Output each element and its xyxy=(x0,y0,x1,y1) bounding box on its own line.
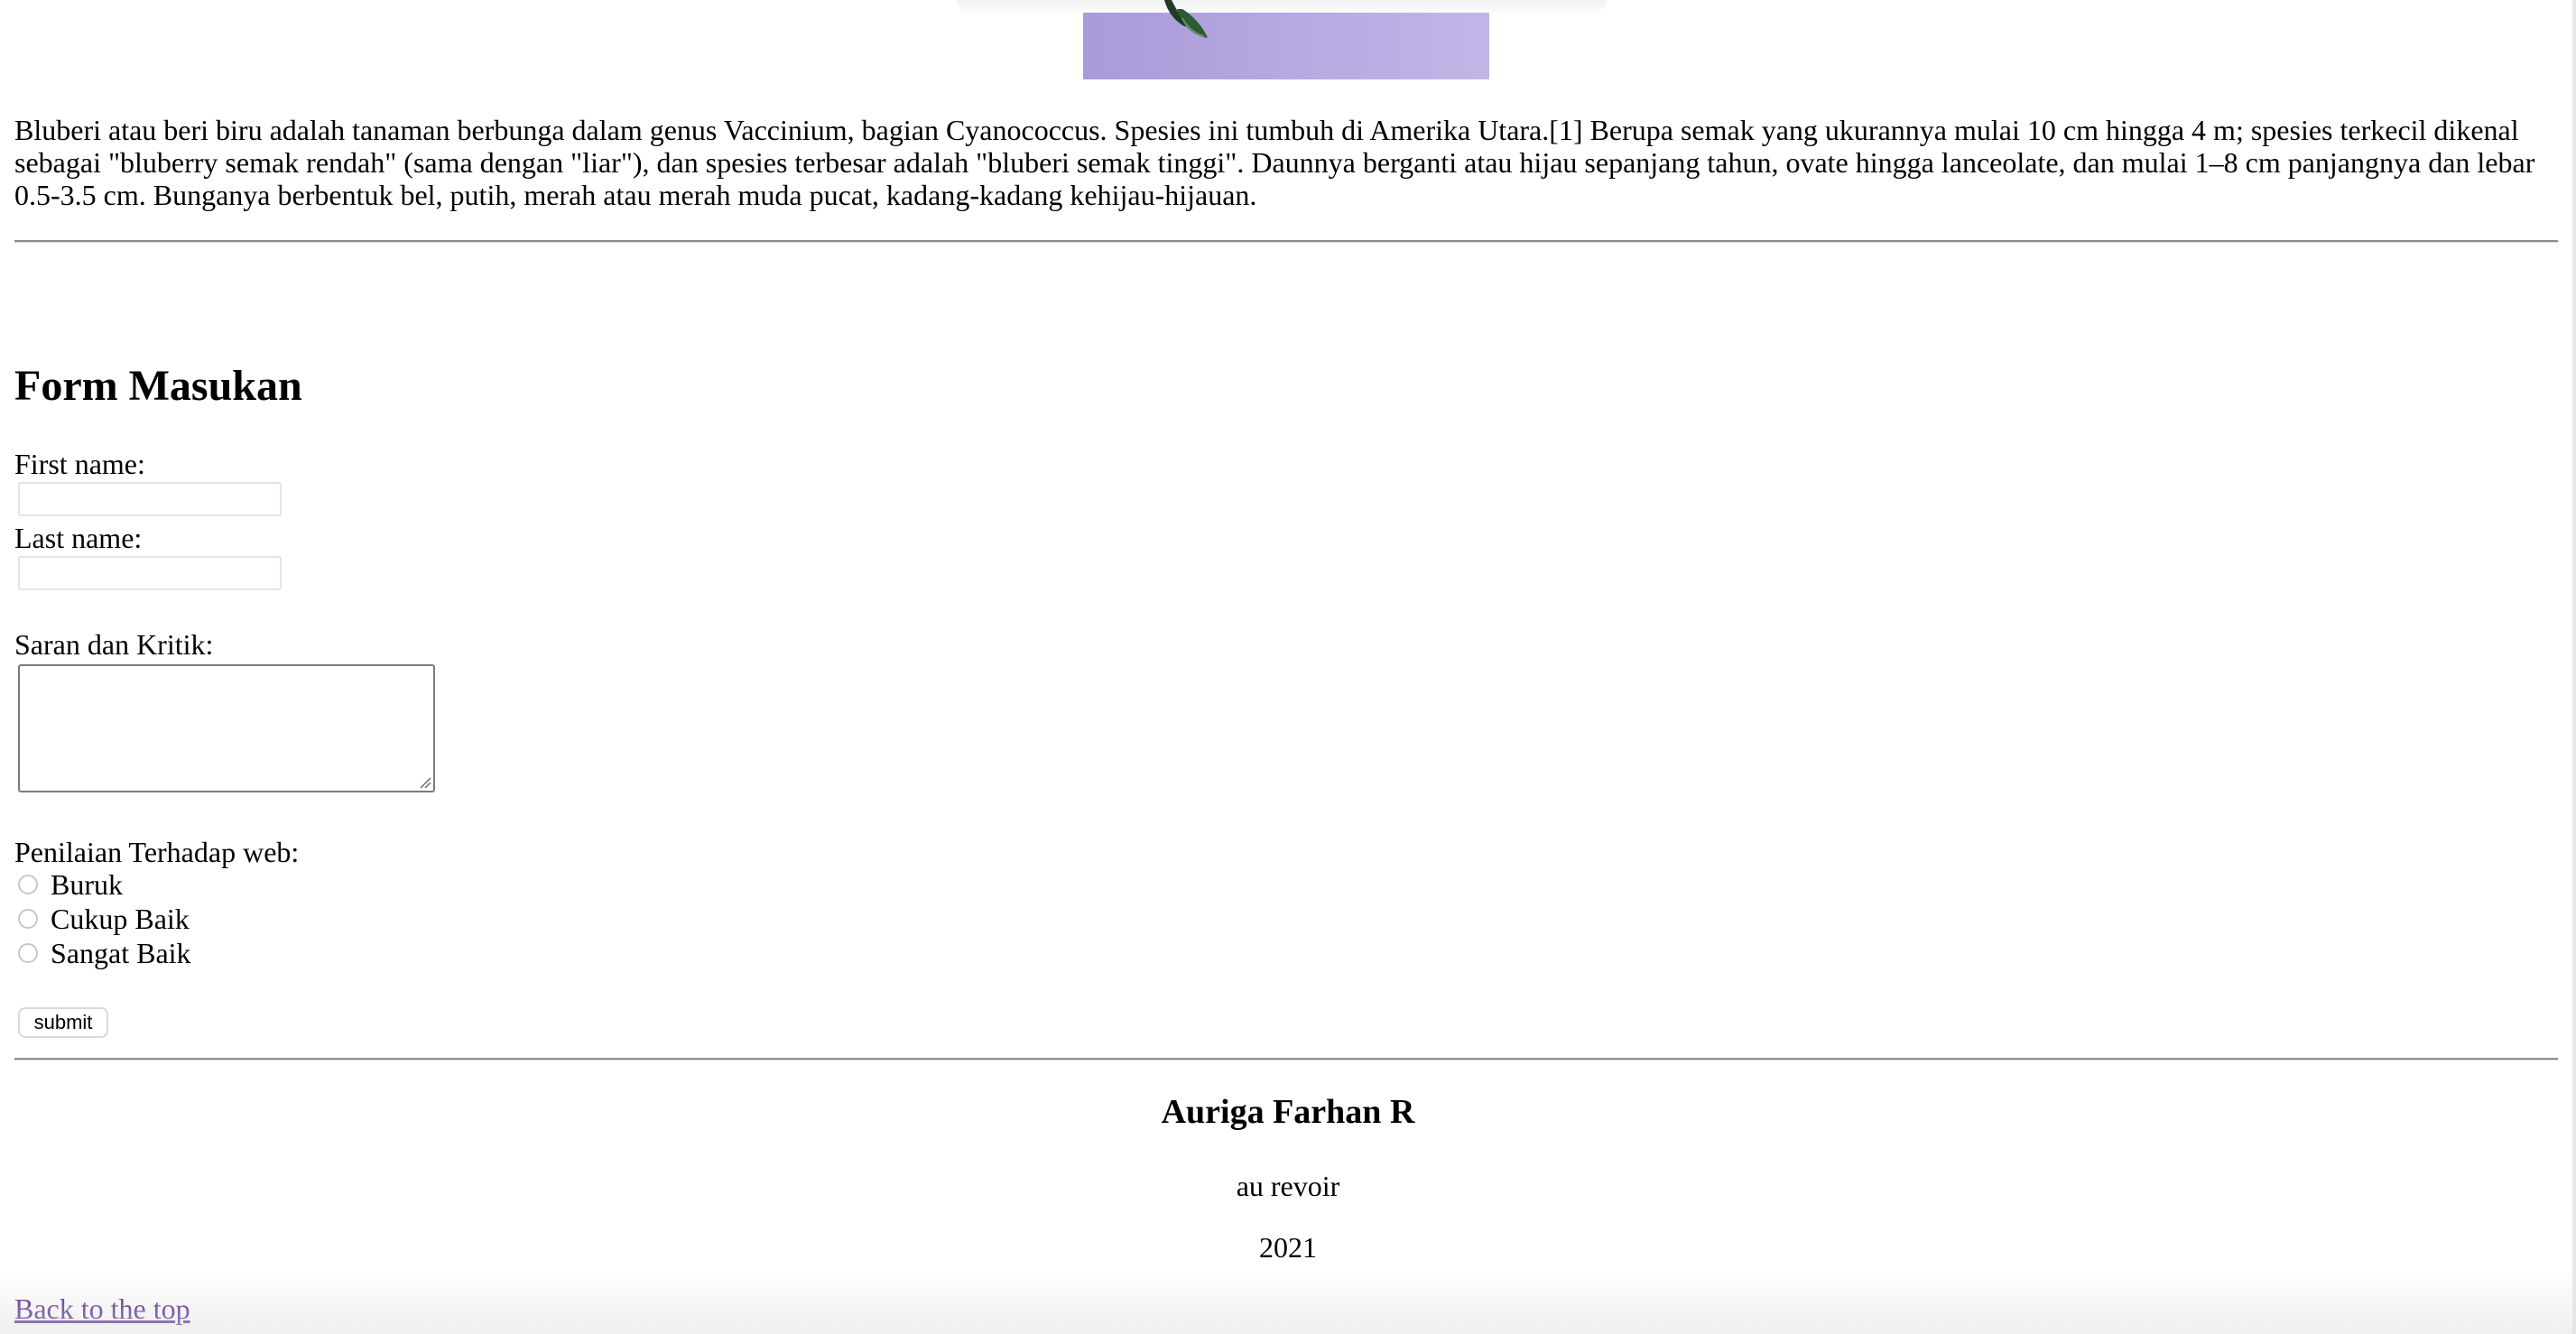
footer-author-name: Auriga Farhan R xyxy=(1161,1093,1415,1131)
first-name-input[interactable] xyxy=(18,482,282,516)
form-title: Form Masukan xyxy=(14,362,302,410)
radio-label: Buruk xyxy=(51,868,123,901)
rating-option-cukup-baik[interactable]: Cukup Baik xyxy=(16,903,190,935)
last-name-input[interactable] xyxy=(18,556,282,590)
feedback-label: Saran dan Kritik: xyxy=(14,628,214,661)
resize-grip-icon[interactable] xyxy=(417,774,431,789)
back-to-top-link[interactable]: Back to the top xyxy=(14,1292,190,1325)
horizontal-rule xyxy=(14,240,2558,243)
rating-option-buruk[interactable]: Buruk xyxy=(16,868,123,901)
submit-button[interactable]: submit xyxy=(18,1007,108,1038)
radio-button[interactable] xyxy=(18,909,38,929)
horizontal-rule xyxy=(14,1058,2558,1061)
footer-farewell: au revoir xyxy=(1236,1170,1340,1202)
radio-button[interactable] xyxy=(18,875,38,894)
radio-label: Cukup Baik xyxy=(51,903,190,935)
blueberry-plant-image xyxy=(1083,13,1489,79)
first-name-label: First name: xyxy=(14,448,145,480)
rating-label: Penilaian Terhadap web: xyxy=(14,836,300,868)
footer-year: 2021 xyxy=(1259,1231,1317,1264)
blueberry-description: Bluberi atau beri biru adalah tanaman be… xyxy=(14,114,2535,211)
radio-label: Sangat Baik xyxy=(51,937,191,969)
hero-image-shadow xyxy=(957,0,1607,13)
leaf-icon xyxy=(1164,0,1208,38)
radio-button[interactable] xyxy=(18,943,38,963)
last-name-label: Last name: xyxy=(14,522,143,554)
rating-option-sangat-baik[interactable]: Sangat Baik xyxy=(16,937,191,969)
feedback-textarea[interactable] xyxy=(18,664,435,792)
page: Bluberi atau beri biru adalah tanaman be… xyxy=(0,0,2576,1334)
window-bottom-shade xyxy=(0,1271,2576,1334)
window-right-edge xyxy=(2572,0,2576,1334)
